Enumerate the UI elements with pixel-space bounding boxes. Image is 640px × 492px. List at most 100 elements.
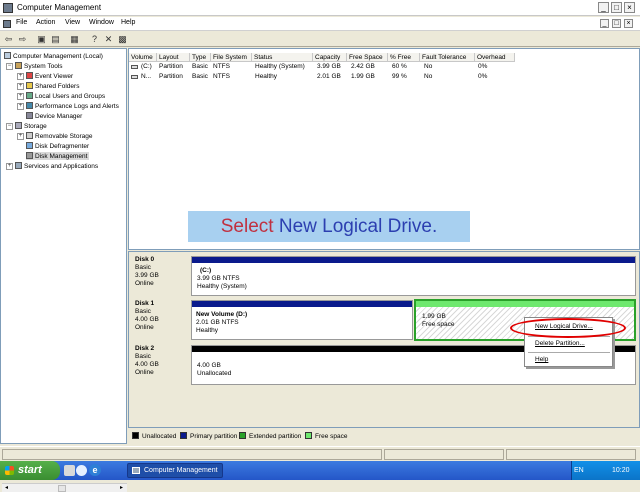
legend-swatch [305,432,312,439]
close-button[interactable]: × [624,2,635,13]
disk-2-label[interactable]: Disk 2 Basic 4.00 GB Online [131,345,189,385]
forward-arrow-icon[interactable]: ⇨ [17,34,28,45]
properties-icon[interactable]: ▦ [69,34,80,45]
col-capacity[interactable]: Capacity [313,53,347,62]
expand-removable-storage[interactable]: + [17,133,24,140]
system-tray: EN 10:20 [571,461,640,480]
tree-item-removable-storage[interactable]: Removable Storage [26,132,92,140]
expand-shared-folders[interactable]: + [17,83,24,90]
expand-local-users[interactable]: + [17,93,24,100]
computer-icon [4,52,11,59]
tree-item-event-viewer[interactable]: Event Viewer [26,72,73,80]
menu-window[interactable]: Window [89,19,114,26]
menu-help-item[interactable]: Help [535,356,548,363]
mdi-restore-button[interactable]: □ [612,19,621,28]
drive-icon [131,75,138,79]
tree-item-local-users[interactable]: Local Users and Groups [26,92,105,100]
scroll-right-icon[interactable]: ▸ [118,485,125,492]
legend-primary: Primary partition [180,432,237,440]
drive-icon [131,65,138,69]
tree-item-shared-folders[interactable]: Shared Folders [26,82,79,90]
tree-item-disk-defragmenter[interactable]: Disk Defragmenter [26,142,89,150]
tree-item-performance-logs[interactable]: Performance Logs and Alerts [26,102,119,110]
folder-icon [26,82,33,89]
defragmenter-icon [26,142,33,149]
taskbar-computer-management[interactable]: Computer Management [127,463,223,478]
partition-d[interactable]: New Volume (D:) 2.01 GB NTFS Healthy [191,300,413,340]
computer-management-icon [3,3,13,13]
expand-storage[interactable]: − [6,123,13,130]
tree-item-storage[interactable]: Storage [15,122,47,130]
col-type[interactable]: Type [190,53,211,62]
delete-icon[interactable]: ✕ [103,34,114,45]
legend-unallocated: Unallocated [132,432,176,440]
table-row[interactable]: (C:) Partition Basic NTFS Healthy (Syste… [129,63,519,73]
minimize-button[interactable]: _ [598,2,609,13]
status-segment [384,449,504,460]
mdi-minimize-button[interactable]: _ [600,19,609,28]
menu-help[interactable]: Help [121,19,135,26]
media-player-icon[interactable] [76,465,87,476]
maximize-button[interactable]: □ [611,2,622,13]
mmc-icon[interactable] [3,20,11,28]
tree-item-computer-management[interactable]: Computer Management (Local) [4,52,103,60]
internet-explorer-icon[interactable]: e [89,464,101,476]
menu-delete-partition[interactable]: Delete Partition... [535,340,585,347]
col-layout[interactable]: Layout [157,53,190,62]
col-fault-tolerance[interactable]: Fault Tolerance [420,53,475,62]
col-status[interactable]: Status [252,53,313,62]
col-percent-free[interactable]: % Free [388,53,420,62]
legend: Unallocated Primary partition Extended p… [128,429,640,443]
disk-0-label[interactable]: Disk 0 Basic 3.99 GB Online [131,256,189,296]
console-tree[interactable]: Computer Management (Local) − System Too… [0,48,127,492]
show-tree-icon[interactable]: ▤ [50,34,61,45]
expand-system-tools[interactable]: − [6,63,13,70]
menu-action[interactable]: Action [36,19,55,26]
disk-1-label[interactable]: Disk 1 Basic 4.00 GB Online [131,300,189,340]
performance-icon [26,102,33,109]
event-viewer-icon [26,72,33,79]
col-free-space[interactable]: Free Space [347,53,388,62]
tree-item-services-applications[interactable]: Services and Applications [15,162,98,170]
show-desktop-icon[interactable] [64,465,75,476]
title-bar[interactable]: Computer Management _ □ × [0,0,640,16]
mdi-close-button[interactable]: × [624,19,633,28]
start-button[interactable]: start [0,461,60,480]
col-file-system[interactable]: File System [211,53,252,62]
legend-free: Free space [305,432,348,440]
app-icon [132,467,140,474]
legend-swatch [239,432,246,439]
storage-icon [15,122,22,129]
language-indicator[interactable]: EN [574,467,584,474]
disk-management-icon [26,152,33,159]
status-bar [0,446,640,461]
col-overhead[interactable]: Overhead [475,53,515,62]
device-manager-icon [26,112,33,119]
expand-event-viewer[interactable]: + [17,73,24,80]
tree-item-disk-management[interactable]: Disk Management [26,152,90,160]
up-folder-icon[interactable]: ▣ [36,34,47,45]
table-row[interactable]: N... Partition Basic NTFS Healthy 2.01 G… [129,73,519,83]
expand-performance-logs[interactable]: + [17,103,24,110]
legend-swatch [132,432,139,439]
scroll-left-icon[interactable]: ◂ [3,485,10,492]
services-icon [15,162,22,169]
legend-swatch [180,432,187,439]
refresh-icon[interactable]: ▩ [117,34,128,45]
tree-item-system-tools[interactable]: System Tools [15,62,63,70]
menu-bar: File Action View Window Help _ □ × [0,17,640,31]
col-volume[interactable]: Volume [129,53,157,62]
scroll-thumb[interactable] [58,485,66,492]
tree-horizontal-scrollbar[interactable]: ◂ ▸ [2,483,127,492]
back-arrow-icon[interactable]: ⇦ [3,34,14,45]
tree-item-device-manager[interactable]: Device Manager [26,112,82,120]
clock[interactable]: 10:20 [612,467,630,474]
instruction-banner: Select New Logical Drive. [188,211,470,242]
expand-services[interactable]: + [6,163,13,170]
menu-view[interactable]: View [65,19,80,26]
partition-c[interactable]: (C:) 3.99 GB NTFS Healthy (System) [191,256,636,296]
menu-file[interactable]: File [16,19,27,26]
help-icon[interactable]: ? [89,34,100,45]
tools-icon [15,62,22,69]
windows-logo-icon [5,466,14,475]
